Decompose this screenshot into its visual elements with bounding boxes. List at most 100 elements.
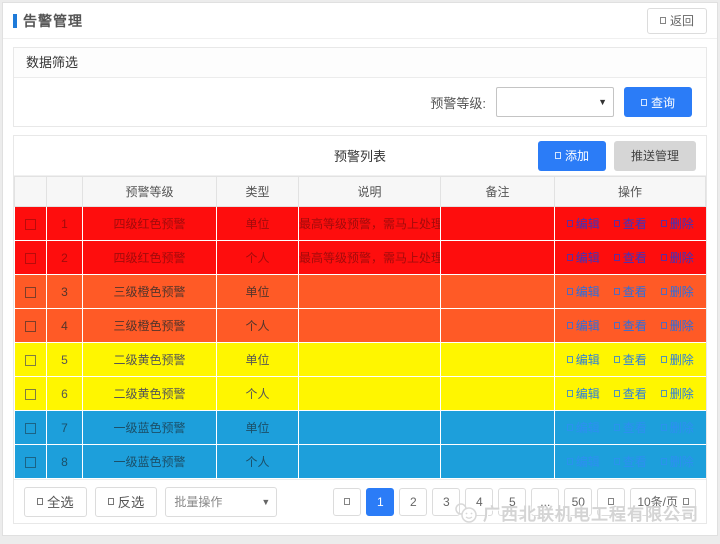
row-remark <box>441 377 555 411</box>
col-checkbox <box>15 177 47 207</box>
view-link[interactable]: 查看 <box>614 419 647 436</box>
view-link[interactable]: 查看 <box>614 453 647 470</box>
trash-icon <box>661 424 667 431</box>
row-level: 一级蓝色预警 <box>83 411 217 445</box>
table-row: 2四级红色预警个人最高等级预警，需马上处理编辑查看删除 <box>15 241 706 275</box>
search-button[interactable]: 查询 <box>624 87 692 117</box>
row-remark <box>441 445 555 479</box>
pagination-page-button[interactable]: 1 <box>366 488 394 516</box>
row-checkbox[interactable] <box>25 287 36 298</box>
row-index: 3 <box>47 275 83 309</box>
row-desc: 最高等级预警，需马上处理 <box>299 241 441 275</box>
list-panel: 预警列表 添加 推送管理 预警等级 <box>13 135 707 524</box>
edit-link[interactable]: 编辑 <box>567 283 600 300</box>
row-checkbox[interactable] <box>25 423 36 434</box>
col-desc: 说明 <box>299 177 441 207</box>
delete-link[interactable]: 删除 <box>661 419 694 436</box>
edit-link[interactable]: 编辑 <box>567 453 600 470</box>
back-button[interactable]: 返回 <box>647 8 707 34</box>
view-link[interactable]: 查看 <box>614 351 647 368</box>
edit-link[interactable]: 编辑 <box>567 317 600 334</box>
table-row: 7一级蓝色预警单位编辑查看删除 <box>15 411 706 445</box>
view-link[interactable]: 查看 <box>614 317 647 334</box>
row-desc <box>299 411 441 445</box>
title-accent-bar <box>13 14 17 28</box>
pagination-page-button[interactable]: 2 <box>399 488 427 516</box>
row-checkbox[interactable] <box>25 389 36 400</box>
row-level: 四级红色预警 <box>83 207 217 241</box>
row-index: 1 <box>47 207 83 241</box>
edit-icon <box>567 220 573 227</box>
edit-link[interactable]: 编辑 <box>567 419 600 436</box>
topbar: 告警管理 返回 <box>3 3 717 39</box>
eye-icon <box>614 254 620 261</box>
add-icon <box>555 152 561 159</box>
row-remark <box>441 241 555 275</box>
view-link[interactable]: 查看 <box>614 283 647 300</box>
push-management-button[interactable]: 推送管理 <box>614 141 696 171</box>
col-ops: 操作 <box>555 177 706 207</box>
trash-icon <box>661 322 667 329</box>
edit-link[interactable]: 编辑 <box>567 249 600 266</box>
eye-icon <box>614 288 620 295</box>
row-checkbox[interactable] <box>25 219 36 230</box>
col-index <box>47 177 83 207</box>
view-link[interactable]: 查看 <box>614 249 647 266</box>
row-desc <box>299 377 441 411</box>
row-remark <box>441 309 555 343</box>
row-type: 单位 <box>217 207 299 241</box>
level-select[interactable]: ▼ <box>496 87 614 117</box>
col-level: 预警等级 <box>83 177 217 207</box>
delete-link[interactable]: 删除 <box>661 317 694 334</box>
chevron-left-icon <box>344 498 350 505</box>
table-row: 4三级橙色预警个人编辑查看删除 <box>15 309 706 343</box>
row-remark <box>441 207 555 241</box>
eye-icon <box>614 220 620 227</box>
batch-operation-select[interactable]: 批量操作 ▼ <box>165 487 277 517</box>
row-checkbox[interactable] <box>25 321 36 332</box>
edit-icon <box>567 458 573 465</box>
delete-link[interactable]: 删除 <box>661 385 694 402</box>
delete-link[interactable]: 删除 <box>661 283 694 300</box>
list-actions: 添加 推送管理 <box>538 141 696 171</box>
select-all-button[interactable]: 全选 <box>24 487 87 517</box>
row-desc: 最高等级预警，需马上处理 <box>299 207 441 241</box>
level-label: 预警等级: <box>430 93 486 112</box>
row-type: 个人 <box>217 377 299 411</box>
edit-link[interactable]: 编辑 <box>567 385 600 402</box>
edit-link[interactable]: 编辑 <box>567 351 600 368</box>
row-level: 二级黄色预警 <box>83 343 217 377</box>
view-link[interactable]: 查看 <box>614 215 647 232</box>
delete-link[interactable]: 删除 <box>661 351 694 368</box>
delete-link[interactable]: 删除 <box>661 215 694 232</box>
row-desc <box>299 275 441 309</box>
row-level: 四级红色预警 <box>83 241 217 275</box>
add-button[interactable]: 添加 <box>538 141 606 171</box>
table-row: 8一级蓝色预警个人编辑查看删除 <box>15 445 706 479</box>
filter-panel: 数据筛选 预警等级: ▼ 查询 <box>13 47 707 127</box>
row-checkbox[interactable] <box>25 355 36 366</box>
trash-icon <box>661 458 667 465</box>
page-title: 告警管理 <box>23 11 83 31</box>
search-icon <box>641 99 647 106</box>
invert-selection-button[interactable]: 反选 <box>95 487 158 517</box>
row-level: 三级橙色预警 <box>83 309 217 343</box>
view-link[interactable]: 查看 <box>614 385 647 402</box>
row-remark <box>441 275 555 309</box>
back-icon <box>660 17 666 24</box>
row-index: 4 <box>47 309 83 343</box>
page-title-wrap: 告警管理 <box>13 11 83 31</box>
brand-watermark: 广西北联机电工程有限公司 <box>453 500 699 525</box>
filter-panel-title: 数据筛选 <box>14 48 706 78</box>
trash-icon <box>661 254 667 261</box>
row-checkbox[interactable] <box>25 457 36 468</box>
edit-icon <box>567 390 573 397</box>
row-index: 2 <box>47 241 83 275</box>
pagination-prev-button[interactable] <box>333 488 361 516</box>
row-checkbox[interactable] <box>25 253 36 264</box>
table-row: 5二级黄色预警单位编辑查看删除 <box>15 343 706 377</box>
edit-link[interactable]: 编辑 <box>567 215 600 232</box>
delete-link[interactable]: 删除 <box>661 453 694 470</box>
row-type: 单位 <box>217 343 299 377</box>
delete-link[interactable]: 删除 <box>661 249 694 266</box>
